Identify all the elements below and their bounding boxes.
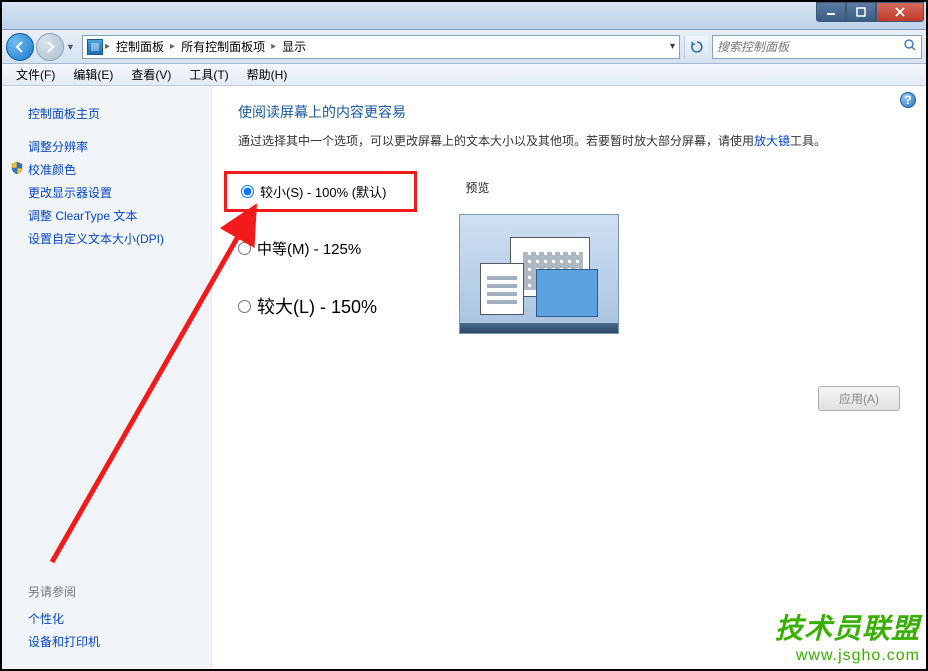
apply-button[interactable]: 应用(A) bbox=[818, 386, 900, 411]
radio-large[interactable] bbox=[238, 300, 251, 313]
radio-medium[interactable] bbox=[238, 242, 251, 255]
maximize-button[interactable] bbox=[846, 2, 876, 22]
menu-view[interactable]: 查看(V) bbox=[123, 64, 179, 85]
sidebar-seealso-heading: 另请参阅 bbox=[14, 580, 199, 603]
forward-button[interactable] bbox=[36, 33, 64, 61]
option-large[interactable]: 较大(L) - 150% bbox=[238, 293, 389, 319]
search-icon bbox=[903, 38, 917, 55]
window-controls bbox=[816, 2, 924, 22]
annotation-highlight: 较小(S) - 100% (默认) bbox=[224, 171, 417, 212]
breadcrumb-dropdown-icon[interactable]: ▾ bbox=[670, 41, 675, 52]
menu-help[interactable]: 帮助(H) bbox=[239, 64, 296, 85]
option-medium-label: 中等(M) - 125% bbox=[257, 238, 361, 259]
navigation-bar: ▼ ▸ 控制面板 ▸ 所有控制面板项 ▸ 显示 ▾ bbox=[2, 30, 926, 64]
help-icon[interactable]: ? bbox=[900, 92, 916, 108]
page-description: 通过选择其中一个选项，可以更改屏幕上的文本大小以及其他项。若要暂时放大部分屏幕，… bbox=[238, 132, 900, 151]
radio-small[interactable] bbox=[241, 185, 254, 198]
search-box[interactable] bbox=[712, 35, 922, 59]
breadcrumb-sep-icon: ▸ bbox=[170, 41, 175, 52]
option-medium[interactable]: 中等(M) - 125% bbox=[238, 238, 389, 259]
content-area: 控制面板主页 调整分辨率 校准颜色 更改显示器设置 调整 ClearType 文… bbox=[2, 86, 926, 669]
preview-image bbox=[459, 214, 619, 334]
option-small-label: 较小(S) - 100% (默认) bbox=[260, 182, 386, 201]
breadcrumb-sep-icon: ▸ bbox=[105, 41, 110, 52]
sidebar-item-display-settings[interactable]: 更改显示器设置 bbox=[14, 181, 199, 204]
menu-bar: 文件(F) 编辑(E) 查看(V) 工具(T) 帮助(H) bbox=[2, 64, 926, 86]
search-input[interactable] bbox=[717, 40, 903, 54]
breadcrumb[interactable]: ▸ 控制面板 ▸ 所有控制面板项 ▸ 显示 ▾ bbox=[82, 35, 680, 59]
menu-file[interactable]: 文件(F) bbox=[8, 64, 63, 85]
sidebar-item-custom-dpi[interactable]: 设置自定义文本大小(DPI) bbox=[14, 227, 199, 250]
size-options: 较小(S) - 100% (默认) 中等(M) - 125% 较大(L) - 1… bbox=[238, 179, 389, 334]
sidebar-item-calibrate-color[interactable]: 校准颜色 bbox=[14, 158, 199, 181]
sidebar: 控制面板主页 调整分辨率 校准颜色 更改显示器设置 调整 ClearType 文… bbox=[2, 86, 212, 669]
page-title: 使阅读屏幕上的内容更容易 bbox=[238, 102, 900, 122]
magnifier-link[interactable]: 放大镜 bbox=[754, 134, 790, 148]
option-large-label: 较大(L) - 150% bbox=[257, 293, 377, 319]
nav-history-dropdown[interactable]: ▼ bbox=[66, 42, 78, 52]
nav-arrows: ▼ bbox=[6, 33, 78, 61]
back-button[interactable] bbox=[6, 33, 34, 61]
minimize-button[interactable] bbox=[816, 2, 846, 22]
sidebar-seealso-personalization[interactable]: 个性化 bbox=[14, 607, 199, 630]
shield-icon bbox=[10, 161, 24, 175]
refresh-button[interactable] bbox=[684, 36, 708, 58]
close-button[interactable] bbox=[876, 2, 924, 22]
control-panel-icon bbox=[87, 39, 103, 55]
sidebar-item-cleartype[interactable]: 调整 ClearType 文本 bbox=[14, 204, 199, 227]
preview-label: 预览 bbox=[459, 179, 619, 196]
breadcrumb-item[interactable]: 显示 bbox=[278, 38, 310, 55]
breadcrumb-sep-icon: ▸ bbox=[271, 41, 276, 52]
sidebar-item-resolution[interactable]: 调整分辨率 bbox=[14, 135, 199, 158]
main-panel: ? 使阅读屏幕上的内容更容易 通过选择其中一个选项，可以更改屏幕上的文本大小以及… bbox=[212, 86, 926, 669]
menu-edit[interactable]: 编辑(E) bbox=[65, 64, 121, 85]
menu-tools[interactable]: 工具(T) bbox=[181, 64, 236, 85]
window-titlebar bbox=[2, 2, 926, 30]
option-small[interactable]: 较小(S) - 100% (默认) bbox=[241, 182, 386, 201]
breadcrumb-item[interactable]: 控制面板 bbox=[112, 38, 168, 55]
sidebar-home-link[interactable]: 控制面板主页 bbox=[14, 102, 199, 125]
preview-column: 预览 bbox=[459, 179, 619, 334]
sidebar-seealso-devices[interactable]: 设备和打印机 bbox=[14, 630, 199, 653]
breadcrumb-item[interactable]: 所有控制面板项 bbox=[177, 38, 269, 55]
